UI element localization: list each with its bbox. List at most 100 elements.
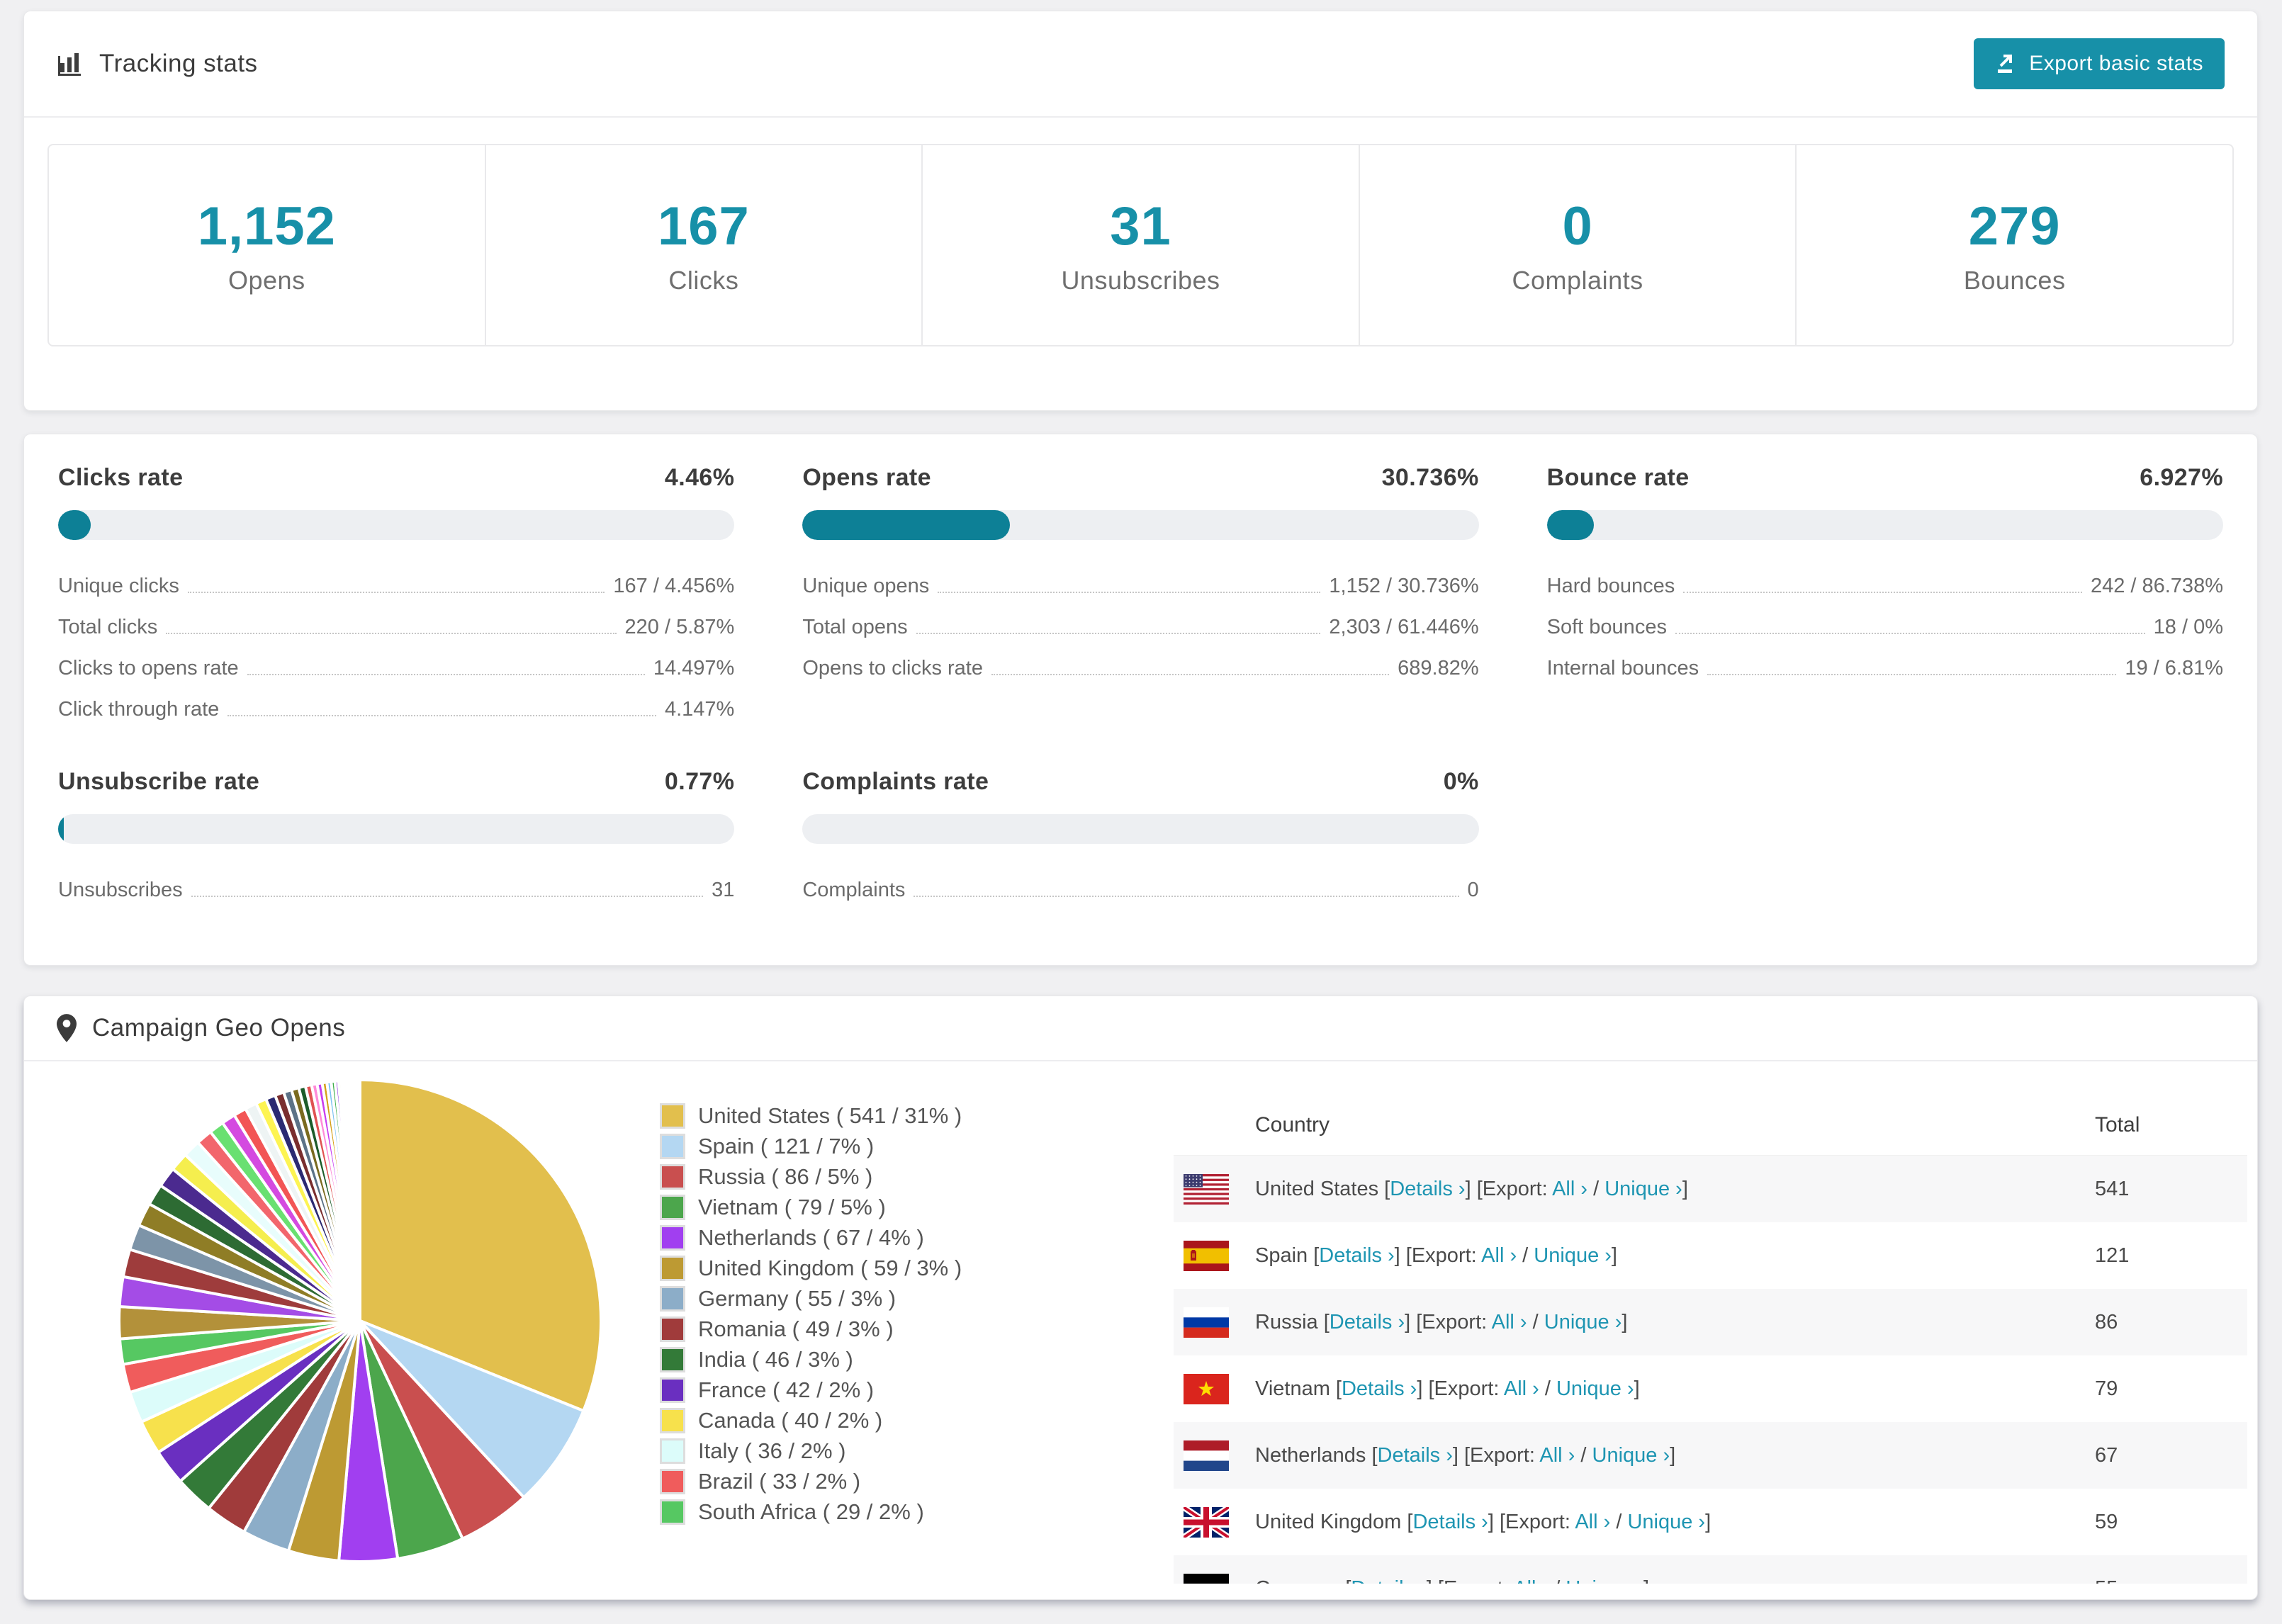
- legend-item[interactable]: Romania ( 49 / 3% ): [660, 1314, 962, 1344]
- legend-item[interactable]: Canada ( 40 / 2% ): [660, 1405, 962, 1436]
- bracket: [: [1323, 1310, 1330, 1333]
- export-label: [Export:: [1405, 1244, 1482, 1267]
- legend-label: Italy ( 36 / 2% ): [698, 1438, 846, 1463]
- export-unique-link[interactable]: Unique ›: [1592, 1444, 1670, 1467]
- complaints-value: 0: [1562, 196, 1593, 256]
- bracket: ]: [1670, 1443, 1676, 1467]
- complaints-label: Complaints: [1512, 265, 1643, 295]
- slash: /: [1527, 1310, 1544, 1333]
- export-unique-link[interactable]: Unique ›: [1604, 1178, 1682, 1200]
- export-unique-link[interactable]: Unique ›: [1556, 1377, 1634, 1400]
- stat-complaints: 0 Complaints: [1360, 145, 1797, 345]
- bracket: ]: [1417, 1377, 1429, 1400]
- opens-rate-bar: [802, 510, 1479, 540]
- export-unique-link[interactable]: Unique ›: [1566, 1577, 1643, 1584]
- export-unique-link[interactable]: Unique ›: [1627, 1511, 1705, 1533]
- legend-item[interactable]: Brazil ( 33 / 2% ): [660, 1466, 962, 1496]
- details-link[interactable]: Details ›: [1342, 1377, 1417, 1400]
- legend-color-swatch: [660, 1438, 685, 1464]
- country-name: Netherlands: [1255, 1443, 1372, 1467]
- slash: /: [1548, 1577, 1566, 1584]
- details-link[interactable]: Details ›: [1330, 1311, 1405, 1333]
- export-all-link[interactable]: All ›: [1552, 1178, 1587, 1200]
- export-all-link[interactable]: All ›: [1504, 1377, 1539, 1400]
- country-cell: United Kingdom [Details ›] [Export: All …: [1255, 1511, 2095, 1534]
- complaints-rate-block: Complaints rate 0% Complaints 0: [802, 768, 1479, 906]
- bounce-rate-title: Bounce rate: [1546, 464, 1690, 491]
- country-cell: United States [Details ›] [Export: All ›…: [1255, 1178, 2095, 1201]
- clicks-rate-value: 4.46%: [664, 464, 735, 491]
- bracket: [: [1384, 1177, 1390, 1200]
- pie-slice: [357, 1078, 361, 1322]
- clicks-rate-block: Clicks rate 4.46% Unique clicks 167 / 4.45…: [58, 464, 735, 726]
- complaints-rate-value: 0%: [1443, 768, 1479, 795]
- bracket: ]: [1611, 1244, 1617, 1267]
- country-name: Russia: [1255, 1310, 1324, 1333]
- legend-label: India ( 46 / 3% ): [698, 1346, 853, 1372]
- legend-item[interactable]: Russia ( 86 / 5% ): [660, 1161, 962, 1192]
- legend-item[interactable]: United Kingdom ( 59 / 3% ): [660, 1253, 962, 1283]
- legend-color-swatch: [660, 1285, 685, 1312]
- export-all-link[interactable]: All ›: [1513, 1577, 1548, 1584]
- opens-label: Opens: [228, 265, 305, 295]
- total-cell: 55: [2095, 1577, 2247, 1584]
- legend-color-swatch: [660, 1133, 685, 1159]
- unsubscribe-rate-block: Unsubscribe rate 0.77% Unsubscribes 31: [58, 768, 735, 906]
- country-name: Germany: [1255, 1577, 1345, 1584]
- export-all-link[interactable]: All ›: [1575, 1511, 1610, 1533]
- export-label: [Export:: [1499, 1510, 1575, 1533]
- geo-opens-header: Campaign Geo Opens: [24, 996, 2257, 1061]
- country-cell: Russia [Details ›] [Export: All › / Uniq…: [1255, 1311, 2095, 1334]
- stat-bounces: 279 Bounces: [1797, 145, 2232, 345]
- total-cell: 79: [2095, 1377, 2118, 1400]
- export-unique-link[interactable]: Unique ›: [1534, 1244, 1612, 1267]
- geo-opens-table: Country Total United States [Details ›] …: [1174, 1095, 2247, 1584]
- flag-us-icon: [1184, 1173, 1229, 1205]
- legend-color-swatch: [660, 1255, 685, 1281]
- total-cell: 86: [2095, 1310, 2118, 1333]
- stat-clicks: 167 Clicks: [486, 145, 923, 345]
- details-link[interactable]: Details ›: [1390, 1178, 1465, 1200]
- details-link[interactable]: Details ›: [1412, 1511, 1488, 1533]
- legend-label: Russia ( 86 / 5% ): [698, 1163, 873, 1189]
- map-pin-icon: [57, 1014, 77, 1042]
- complaints-rate-bar: [802, 814, 1479, 844]
- legend-label: Romania ( 49 / 3% ): [698, 1316, 894, 1341]
- stat-row: Complaints 0: [802, 879, 1479, 901]
- legend-item[interactable]: India ( 46 / 3% ): [660, 1344, 962, 1375]
- clicks-rate-bar: [58, 510, 735, 540]
- bracket: ]: [1405, 1310, 1417, 1333]
- legend-color-swatch: [660, 1499, 685, 1525]
- export-label: [Export:: [1463, 1443, 1540, 1467]
- details-link[interactable]: Details ›: [1351, 1577, 1426, 1584]
- legend-item[interactable]: Germany ( 55 / 3% ): [660, 1283, 962, 1314]
- table-row: Vietnam [Details ›] [Export: All › / Uni…: [1174, 1355, 2247, 1422]
- total-cell: 541: [2095, 1177, 2130, 1200]
- table-row: United States [Details ›] [Export: All ›…: [1174, 1156, 2247, 1222]
- legend-item[interactable]: Vietnam ( 79 / 5% ): [660, 1192, 962, 1222]
- legend-item[interactable]: Spain ( 121 / 7% ): [660, 1131, 962, 1161]
- export-label: [Export:: [1438, 1577, 1513, 1584]
- stat-row: Clicks to opens rate 14.497%: [58, 657, 735, 680]
- legend-item[interactable]: Netherlands ( 67 / 4% ): [660, 1222, 962, 1253]
- legend-color-swatch: [660, 1316, 685, 1342]
- legend-color-swatch: [660, 1103, 685, 1129]
- bracket: ]: [1488, 1510, 1500, 1533]
- geo-opens-card: Campaign Geo Opens United States ( 541 /…: [23, 996, 2258, 1600]
- legend-item[interactable]: Italy ( 36 / 2% ): [660, 1436, 962, 1466]
- stat-opens: 1,152 Opens: [49, 145, 486, 345]
- bracket: [: [1335, 1377, 1342, 1400]
- export-all-link[interactable]: All ›: [1492, 1311, 1527, 1333]
- clicks-label: Clicks: [668, 265, 739, 295]
- export-all-link[interactable]: All ›: [1481, 1244, 1517, 1267]
- export-basic-stats-button[interactable]: Export basic stats: [1974, 38, 2225, 89]
- tracking-stats-header: Tracking stats Export basic stats: [24, 11, 2257, 118]
- details-link[interactable]: Details ›: [1319, 1244, 1394, 1267]
- country-cell: Spain [Details ›] [Export: All › / Uniqu…: [1255, 1244, 2095, 1268]
- legend-item[interactable]: France ( 42 / 2% ): [660, 1375, 962, 1405]
- legend-item[interactable]: United States ( 541 / 31% ): [660, 1100, 962, 1131]
- details-link[interactable]: Details ›: [1378, 1444, 1453, 1467]
- export-unique-link[interactable]: Unique ›: [1544, 1311, 1622, 1333]
- export-all-link[interactable]: All ›: [1539, 1444, 1575, 1467]
- legend-item[interactable]: South Africa ( 29 / 2% ): [660, 1496, 962, 1527]
